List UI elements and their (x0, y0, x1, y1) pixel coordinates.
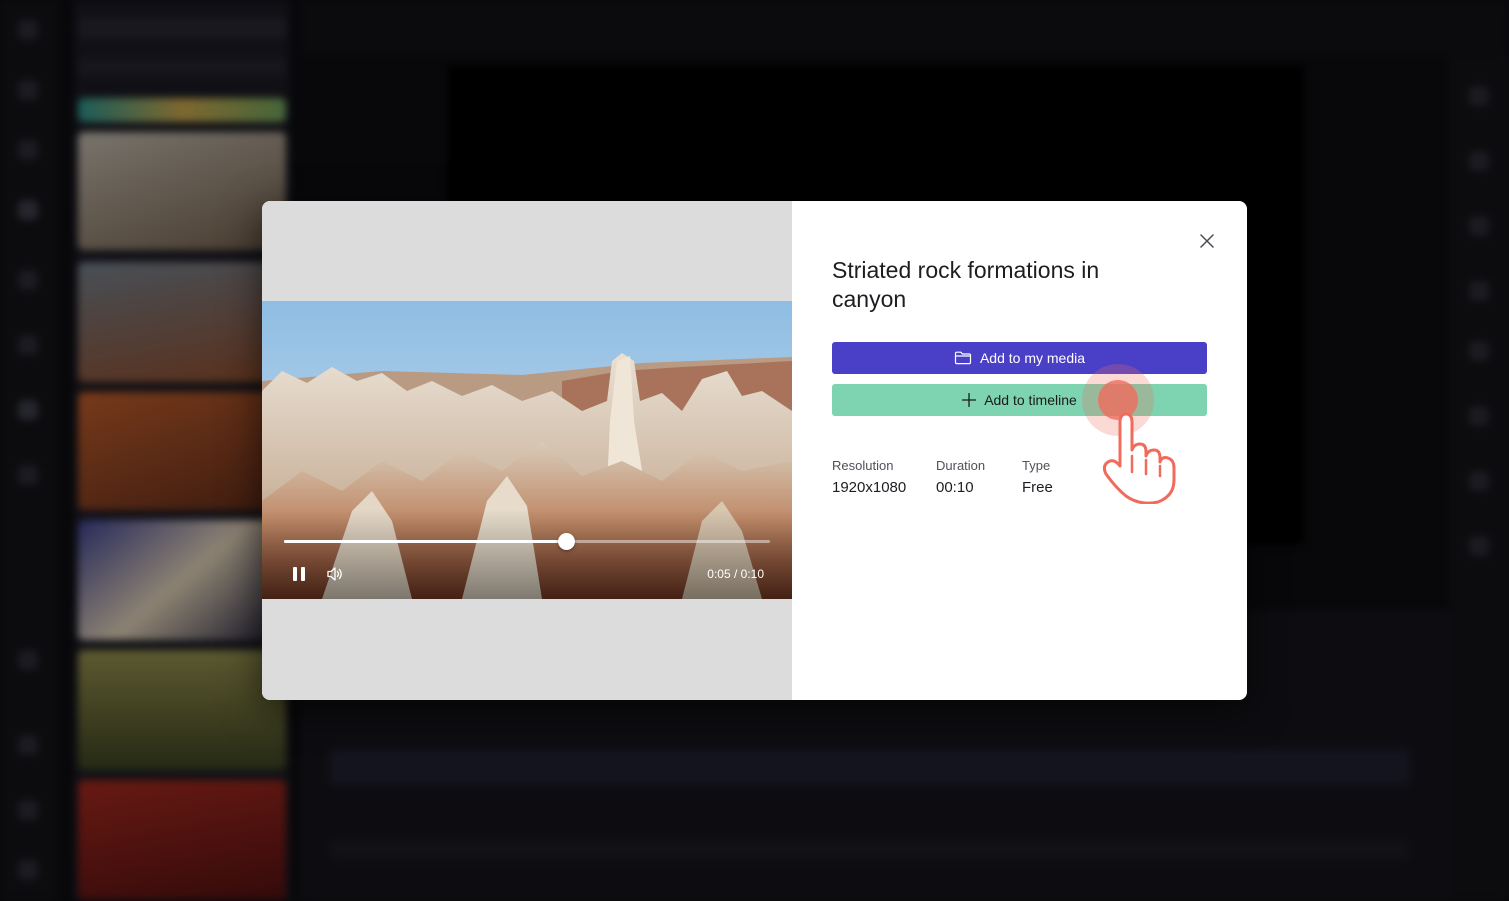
video-pane: 0:05 / 0:10 (262, 201, 792, 700)
add-to-my-media-label: Add to my media (979, 350, 1086, 366)
pause-button[interactable] (288, 563, 310, 585)
seek-bar-progress (284, 540, 566, 543)
seek-bar[interactable] (284, 533, 770, 550)
duration-label: Duration (936, 458, 986, 473)
seek-handle[interactable] (557, 533, 575, 550)
close-icon (1200, 234, 1214, 248)
resolution-detail: Resolution 1920x1080 (832, 458, 906, 496)
volume-icon (327, 567, 342, 581)
hand-pointer-cursor-icon (1082, 364, 1176, 504)
time-display: 0:05 / 0:10 (707, 567, 764, 581)
resolution-label: Resolution (832, 458, 894, 473)
volume-button[interactable] (324, 563, 346, 585)
duration-value: 00:10 (936, 479, 974, 496)
folder-icon (954, 351, 972, 365)
type-detail: Type Free (1022, 458, 1053, 496)
close-button[interactable] (1197, 231, 1217, 251)
type-label: Type (1022, 458, 1051, 473)
resolution-value: 1920x1080 (832, 479, 907, 496)
add-to-timeline-label: Add to timeline (984, 392, 1077, 408)
plus-icon (962, 393, 977, 407)
pause-icon (293, 567, 305, 581)
duration-detail: Duration 00:10 (936, 458, 985, 496)
video-player[interactable]: 0:05 / 0:10 (262, 301, 792, 599)
asset-title: Striated rock formations in canyon (832, 257, 1100, 312)
type-value: Free (1022, 479, 1053, 496)
